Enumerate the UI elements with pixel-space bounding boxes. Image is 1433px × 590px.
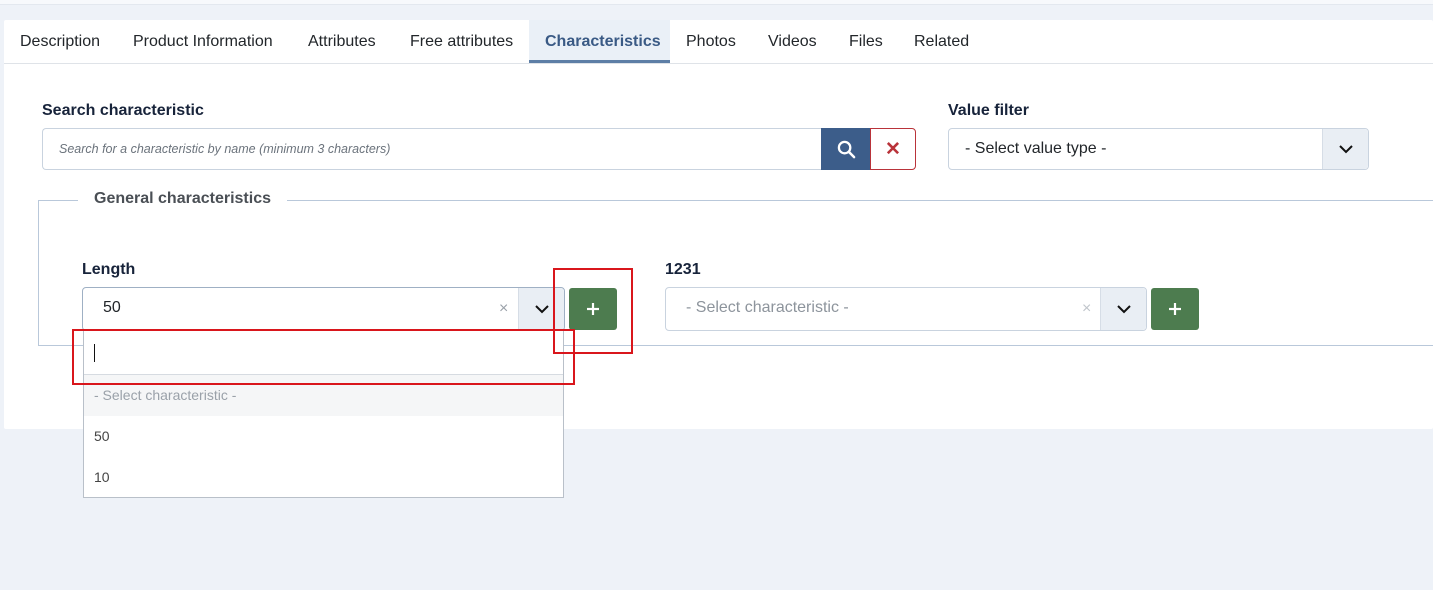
plus-icon [1169,303,1181,315]
length-select[interactable]: 50 × [82,287,565,331]
tab-characteristics[interactable]: Characteristics [529,20,670,63]
add-length-button[interactable] [569,288,617,330]
tab-free-attributes[interactable]: Free attributes [394,20,529,63]
characteristic-1231-select[interactable]: - Select characteristic - × [665,287,1147,331]
value-type-selected: - Select value type - [965,140,1107,157]
tab-attributes[interactable]: Attributes [292,20,392,63]
chevron-down-icon [1100,288,1146,330]
chevron-down-icon [518,288,564,330]
chevron-down-icon [1322,129,1368,169]
search-button[interactable] [821,128,871,170]
tab-product-information[interactable]: Product Information [117,20,289,63]
tab-bar: Description Product Information Attribut… [4,20,1433,64]
group-legend: General characteristics [78,190,287,208]
length-dropdown: - Select characteristic - 50 10 [83,330,564,498]
characteristic-1231-placeholder: - Select characteristic - [686,299,849,316]
search-characteristic-input[interactable] [42,128,822,170]
text-caret [94,344,95,362]
dropdown-option[interactable]: - Select characteristic - [84,375,563,416]
dropdown-search-field[interactable] [84,330,563,375]
search-characteristic-label: Search characteristic [42,102,204,119]
clear-selection-icon[interactable]: × [1082,300,1091,318]
plus-icon [587,303,599,315]
clear-search-button[interactable]: ✕ [870,128,916,170]
search-icon [837,140,855,158]
dropdown-option[interactable]: 10 [84,457,563,498]
close-icon: ✕ [885,138,901,160]
add-1231-button[interactable] [1151,288,1199,330]
characteristic-1231-label: 1231 [665,261,701,278]
length-selected-value: 50 [103,299,121,316]
tab-description[interactable]: Description [4,20,116,63]
length-label: Length [82,261,136,278]
clear-selection-icon[interactable]: × [499,300,508,318]
tab-files[interactable]: Files [833,20,899,63]
tab-videos[interactable]: Videos [752,20,833,63]
dropdown-option[interactable]: 50 [84,416,563,457]
tab-related[interactable]: Related [898,20,985,63]
top-bar [0,0,1433,5]
value-filter-label: Value filter [948,102,1029,119]
value-type-select[interactable]: - Select value type - [948,128,1369,170]
tab-photos[interactable]: Photos [670,20,752,63]
